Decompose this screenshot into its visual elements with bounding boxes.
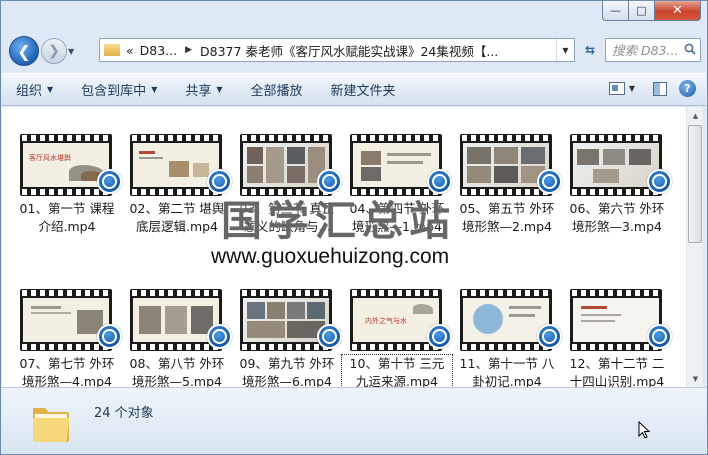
file-item[interactable]: 09、第九节 外环境形煞—6.mp4 xyxy=(232,289,342,387)
back-button[interactable]: ❮ xyxy=(9,36,39,66)
scroll-down-icon[interactable]: ▼ xyxy=(687,370,704,387)
file-item[interactable]: 07、第七节 外环境形煞—4.mp4 xyxy=(12,289,122,387)
file-item[interactable]: 05、第五节 外环境形煞—2.mp4 xyxy=(452,134,562,289)
include-library-menu[interactable]: 包含到库中 ▼ xyxy=(81,80,157,99)
media-player-icon xyxy=(647,324,672,349)
file-name: 12、第十二节 二十四山识别.mp4 xyxy=(569,356,665,387)
vertical-scrollbar[interactable]: ▲ ▼ xyxy=(686,107,703,387)
maximize-button[interactable]: □ xyxy=(629,1,655,21)
media-player-icon xyxy=(207,169,232,194)
breadcrumb-item[interactable]: D83... xyxy=(140,43,177,58)
file-name: 07、第七节 外环境形煞—4.mp4 xyxy=(19,356,115,387)
view-dropdown[interactable]: ▼ xyxy=(629,84,635,93)
search-box[interactable] xyxy=(605,38,701,62)
share-label: 共享 xyxy=(185,84,212,99)
change-view-icon[interactable] xyxy=(608,82,625,95)
file-grid: 客厅风水堪舆 01、第一节 课程介绍.mp4 02、第二节 堪舆底层逻辑.mp4… xyxy=(12,134,672,387)
media-player-icon xyxy=(97,169,122,194)
thumbnail-title: 客厅风水堪舆 xyxy=(29,154,71,162)
breadcrumb-item-current[interactable]: D8377 秦老师《客厅风水赋能实战课》24集视频【... xyxy=(200,41,498,60)
share-menu[interactable]: 共享 ▼ xyxy=(185,80,222,99)
media-player-icon xyxy=(207,324,232,349)
file-item[interactable]: 08、第八节 外环境形煞—5.mp4 xyxy=(122,289,232,387)
close-button[interactable]: ✕ xyxy=(655,1,701,21)
file-name: 11、第十一节 八卦初记.mp4 xyxy=(459,356,555,387)
media-player-icon xyxy=(427,324,452,349)
media-player-icon xyxy=(537,169,562,194)
include-library-label: 包含到库中 xyxy=(81,84,147,99)
preview-pane-icon[interactable] xyxy=(653,81,667,96)
media-player-icon xyxy=(537,324,562,349)
breadcrumb-overflow[interactable]: « xyxy=(126,43,134,58)
item-count: 24 个对象 xyxy=(94,406,154,421)
media-player-icon xyxy=(317,324,342,349)
file-item[interactable]: 12、第十二节 二十四山识别.mp4 xyxy=(562,289,672,387)
file-name: 08、第八节 外环境形煞—5.mp4 xyxy=(129,356,225,387)
file-name: 10、第十节 三元九运来源.mp4 xyxy=(341,354,453,387)
view-controls: ▼ ? xyxy=(608,80,696,97)
file-name: 04、第四节 外环境形煞—1.mp4 xyxy=(349,201,445,234)
file-name: 02、第二节 堪舆底层逻辑.mp4 xyxy=(129,201,225,234)
file-item[interactable]: 04、第四节 外环境形煞—1.mp4 xyxy=(342,134,452,289)
chevron-right-icon[interactable]: ▶ xyxy=(185,45,192,55)
explorer-window: — □ ✕ ❮ ❯ ▼ « D83... ▶ D8377 秦老师《客厅风水赋能实… xyxy=(0,0,708,455)
new-folder-button[interactable]: 新建文件夹 xyxy=(331,80,396,99)
search-input[interactable] xyxy=(612,42,682,58)
file-list[interactable]: 客厅风水堪舆 01、第一节 课程介绍.mp4 02、第二节 堪舆底层逻辑.mp4… xyxy=(2,107,686,387)
scroll-up-icon[interactable]: ▲ xyxy=(687,107,704,124)
refresh-icon[interactable]: ⇆ xyxy=(579,38,601,62)
help-icon[interactable]: ? xyxy=(679,80,696,97)
forward-button[interactable]: ❯ xyxy=(41,38,67,64)
file-name: 01、第一节 课程介绍.mp4 xyxy=(19,201,115,234)
play-all-button[interactable]: 全部播放 xyxy=(251,80,303,99)
caret-down-icon: ▼ xyxy=(151,85,158,94)
file-item[interactable]: 11、第十一节 八卦初记.mp4 xyxy=(452,289,562,387)
caption-buttons: — □ ✕ xyxy=(602,1,701,21)
organize-menu[interactable]: 组织 ▼ xyxy=(16,80,53,99)
thumbnail-title: 内外之气与水 xyxy=(365,317,407,325)
file-name: 09、第九节 外环境形煞—6.mp4 xyxy=(239,356,335,387)
recent-pages-dropdown[interactable]: ▼ xyxy=(68,47,80,56)
media-player-icon xyxy=(647,169,672,194)
media-player-icon xyxy=(317,169,342,194)
caret-down-icon: ▼ xyxy=(216,85,223,94)
file-name: 06、第六节 外环境形煞—3.mp4 xyxy=(569,201,665,234)
file-name: 03、第三节 真正意义的缺角与... xyxy=(239,201,335,234)
file-item[interactable]: 06、第六节 外环境形煞—3.mp4 xyxy=(562,134,672,289)
caret-down-icon: ▼ xyxy=(47,85,54,94)
command-bar: 组织 ▼ 包含到库中 ▼ 共享 ▼ 全部播放 新建文件夹 ▼ ? xyxy=(2,73,706,106)
mouse-cursor-icon xyxy=(638,421,650,439)
organize-label: 组织 xyxy=(16,84,43,99)
media-player-icon xyxy=(427,169,452,194)
navigation-bar: ❮ ❯ ▼ « D83... ▶ D8377 秦老师《客厅风水赋能实战课》24集… xyxy=(9,35,701,67)
folder-icon xyxy=(104,44,120,56)
search-icon[interactable] xyxy=(684,43,696,55)
scroll-thumb[interactable] xyxy=(688,125,702,243)
file-name: 05、第五节 外环境形煞—2.mp4 xyxy=(459,201,555,234)
file-item[interactable]: 03、第三节 真正意义的缺角与... xyxy=(232,134,342,289)
file-item[interactable]: 02、第二节 堪舆底层逻辑.mp4 xyxy=(122,134,232,289)
details-pane: 24 个对象 xyxy=(2,387,706,454)
file-item[interactable]: 客厅风水堪舆 01、第一节 课程介绍.mp4 xyxy=(12,134,122,289)
minimize-button[interactable]: — xyxy=(602,1,629,21)
address-bar[interactable]: « D83... ▶ D8377 秦老师《客厅风水赋能实战课》24集视频【...… xyxy=(99,38,575,62)
file-item-selected[interactable]: 内外之气与水 10、第十节 三元九运来源.mp4 xyxy=(341,289,453,387)
folder-icon xyxy=(33,408,69,442)
media-player-icon xyxy=(97,324,122,349)
address-dropdown[interactable]: ▼ xyxy=(556,39,574,61)
